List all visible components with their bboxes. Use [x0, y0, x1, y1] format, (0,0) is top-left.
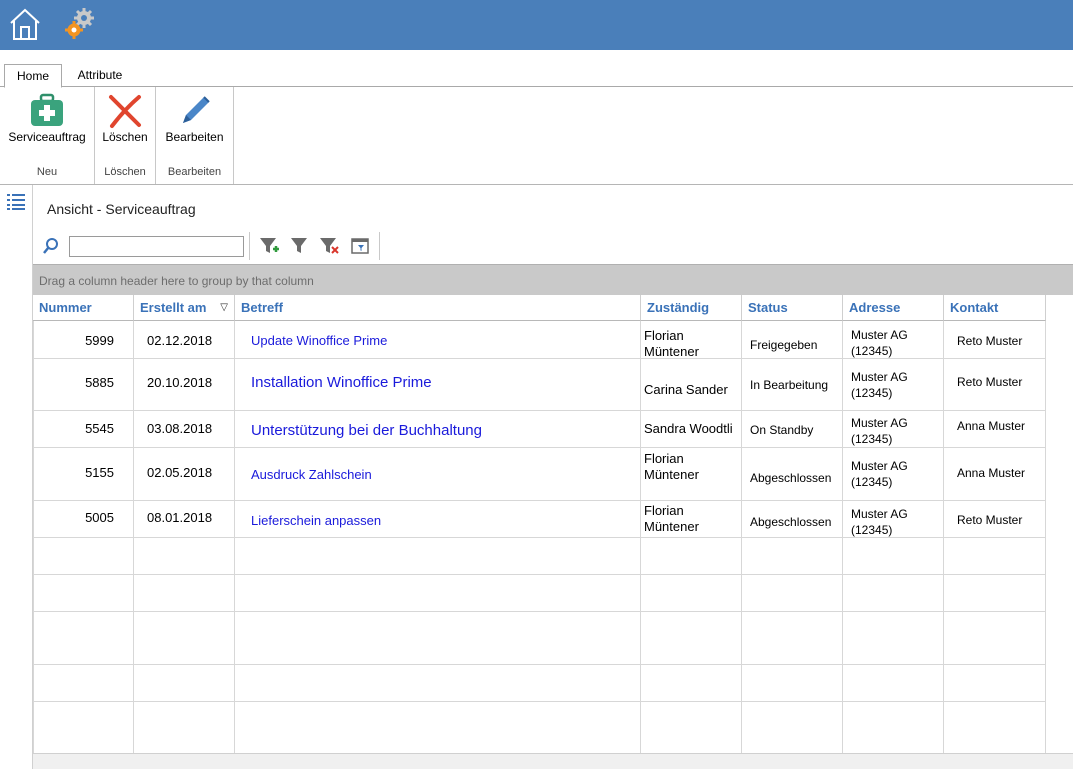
cell-zustaendig: Florian Müntener — [644, 451, 699, 482]
tab-home[interactable]: Home — [4, 64, 62, 88]
column-header-nummer[interactable]: Nummer — [33, 295, 134, 321]
cell-zustaendig: Sandra Woodtli — [644, 421, 733, 436]
cell-nummer: 5885 — [85, 375, 114, 390]
list-view-icon[interactable] — [7, 193, 25, 211]
filter-editor-icon[interactable] — [350, 236, 370, 256]
search-icon[interactable] — [42, 237, 60, 255]
delete-label: Löschen — [102, 130, 148, 144]
cell-erstellt-am: 03.08.2018 — [147, 421, 213, 436]
cell-erstellt-am: 20.10.2018 — [147, 375, 213, 390]
column-header-kontakt[interactable]: Kontakt — [944, 295, 1046, 321]
cell-adresse: Muster AG (12345) — [851, 416, 908, 446]
cell-nummer: 5999 — [85, 333, 114, 348]
cell-kontakt: Reto Muster — [957, 513, 1023, 527]
page-title: Ansicht - Serviceauftrag — [47, 201, 196, 217]
cell-zustaendig: Florian Müntener — [644, 503, 699, 534]
ribbon-group-neu: Serviceauftrag Neu — [0, 87, 95, 184]
title-bar — [0, 0, 1073, 50]
group-label-neu: Neu — [36, 166, 58, 178]
edit-label: Bearbeiten — [165, 130, 224, 144]
new-serviceauftrag-button[interactable]: Serviceauftrag — [0, 87, 94, 149]
delete-button[interactable]: Löschen — [95, 87, 155, 149]
cell-betreff-link[interactable]: Lieferschein anpassen — [251, 513, 381, 529]
empty-row — [33, 665, 1046, 702]
toolbar-separator — [249, 232, 250, 260]
grid-border — [33, 321, 34, 753]
column-header-zustaendig[interactable]: Zuständig — [641, 295, 742, 321]
empty-row — [33, 538, 1046, 575]
cell-adresse: Muster AG (12345) — [851, 370, 908, 400]
cell-status: Freigegeben — [750, 338, 818, 352]
add-filter-icon[interactable] — [259, 236, 279, 256]
cell-nummer: 5005 — [85, 510, 114, 525]
column-header-label: Erstellt am — [140, 300, 207, 315]
ribbon: Serviceauftrag Neu Löschen Löschen Bearb… — [0, 87, 1073, 185]
cell-status: On Standby — [750, 423, 814, 437]
grid-footer — [33, 753, 1073, 769]
cell-erstellt-am: 08.01.2018 — [147, 510, 213, 525]
table-row[interactable]: 5005 08.01.2018 Lieferschein anpassen Fl… — [33, 501, 1046, 538]
column-header-adresse[interactable]: Adresse — [843, 295, 944, 321]
table-row[interactable]: 5885 20.10.2018 Installation Winoffice P… — [33, 359, 1046, 411]
cell-betreff-link[interactable]: Installation Winoffice Prime — [251, 375, 432, 391]
edit-button[interactable]: Bearbeiten — [156, 87, 233, 149]
column-header-betreff[interactable]: Betreff — [235, 295, 641, 321]
group-by-panel[interactable]: Drag a column header here to group by th… — [33, 264, 1073, 295]
new-serviceauftrag-label: Serviceauftrag — [8, 130, 86, 144]
cell-nummer: 5155 — [85, 465, 114, 480]
cell-erstellt-am: 02.05.2018 — [147, 465, 213, 480]
column-header-status[interactable]: Status — [742, 295, 843, 321]
ribbon-group-loeschen: Löschen Löschen — [95, 87, 156, 184]
cell-status: Abgeschlossen — [750, 471, 832, 485]
medical-case-icon — [31, 93, 63, 126]
delete-x-icon — [109, 95, 141, 128]
ribbon-group-bearbeiten: Bearbeiten Bearbeiten — [156, 87, 234, 184]
cell-betreff-link[interactable]: Ausdruck Zahlschein — [251, 467, 372, 483]
home-icon[interactable] — [9, 7, 41, 41]
table-row[interactable]: 5545 03.08.2018 Unterstützung bei der Bu… — [33, 411, 1046, 448]
clear-filter-icon[interactable] — [319, 236, 339, 256]
table-row[interactable]: 5155 02.05.2018 Ausdruck Zahlschein Flor… — [33, 448, 1046, 501]
cell-zustaendig: Florian Müntener — [644, 328, 699, 359]
cell-nummer: 5545 — [85, 421, 114, 436]
cell-adresse: Muster AG (12345) — [851, 507, 908, 537]
ribbon-tabs: Home Attribute — [0, 50, 1073, 88]
sort-descending-icon: ▽ — [220, 302, 228, 313]
search-input[interactable] — [69, 236, 244, 257]
empty-row — [33, 702, 1046, 753]
toolbar-separator — [379, 232, 380, 260]
cell-erstellt-am: 02.12.2018 — [147, 333, 213, 348]
cell-status: Abgeschlossen — [750, 515, 832, 529]
cell-kontakt: Reto Muster — [957, 375, 1023, 389]
filter-icon[interactable] — [289, 236, 309, 256]
empty-row — [33, 612, 1046, 665]
cell-kontakt: Reto Muster — [957, 334, 1023, 348]
group-label-bearbeiten: Bearbeiten — [167, 166, 222, 178]
group-by-hint: Drag a column header here to group by th… — [39, 274, 314, 288]
empty-row — [33, 575, 1046, 612]
cell-adresse: Muster AG (12345) — [851, 459, 908, 489]
cell-betreff-link[interactable]: Update Winoffice Prime — [251, 333, 387, 349]
tab-attribute[interactable]: Attribute — [66, 64, 134, 88]
settings-gears-icon[interactable] — [62, 7, 96, 41]
cell-betreff-link[interactable]: Unterstützung bei der Buchhaltung — [251, 423, 482, 439]
column-header-erstellt-am[interactable]: Erstellt am ▽ — [134, 295, 235, 321]
cell-adresse: Muster AG (12345) — [851, 328, 908, 358]
pencil-icon — [182, 96, 210, 123]
cell-kontakt: Anna Muster — [957, 466, 1026, 480]
table-row[interactable]: 5999 02.12.2018 Update Winoffice Prime F… — [33, 321, 1046, 359]
cell-zustaendig: Carina Sander — [644, 382, 728, 397]
cell-kontakt: Anna Muster — [957, 419, 1026, 433]
cell-status: In Bearbeitung — [750, 378, 829, 392]
group-label-loeschen: Löschen — [104, 166, 146, 178]
